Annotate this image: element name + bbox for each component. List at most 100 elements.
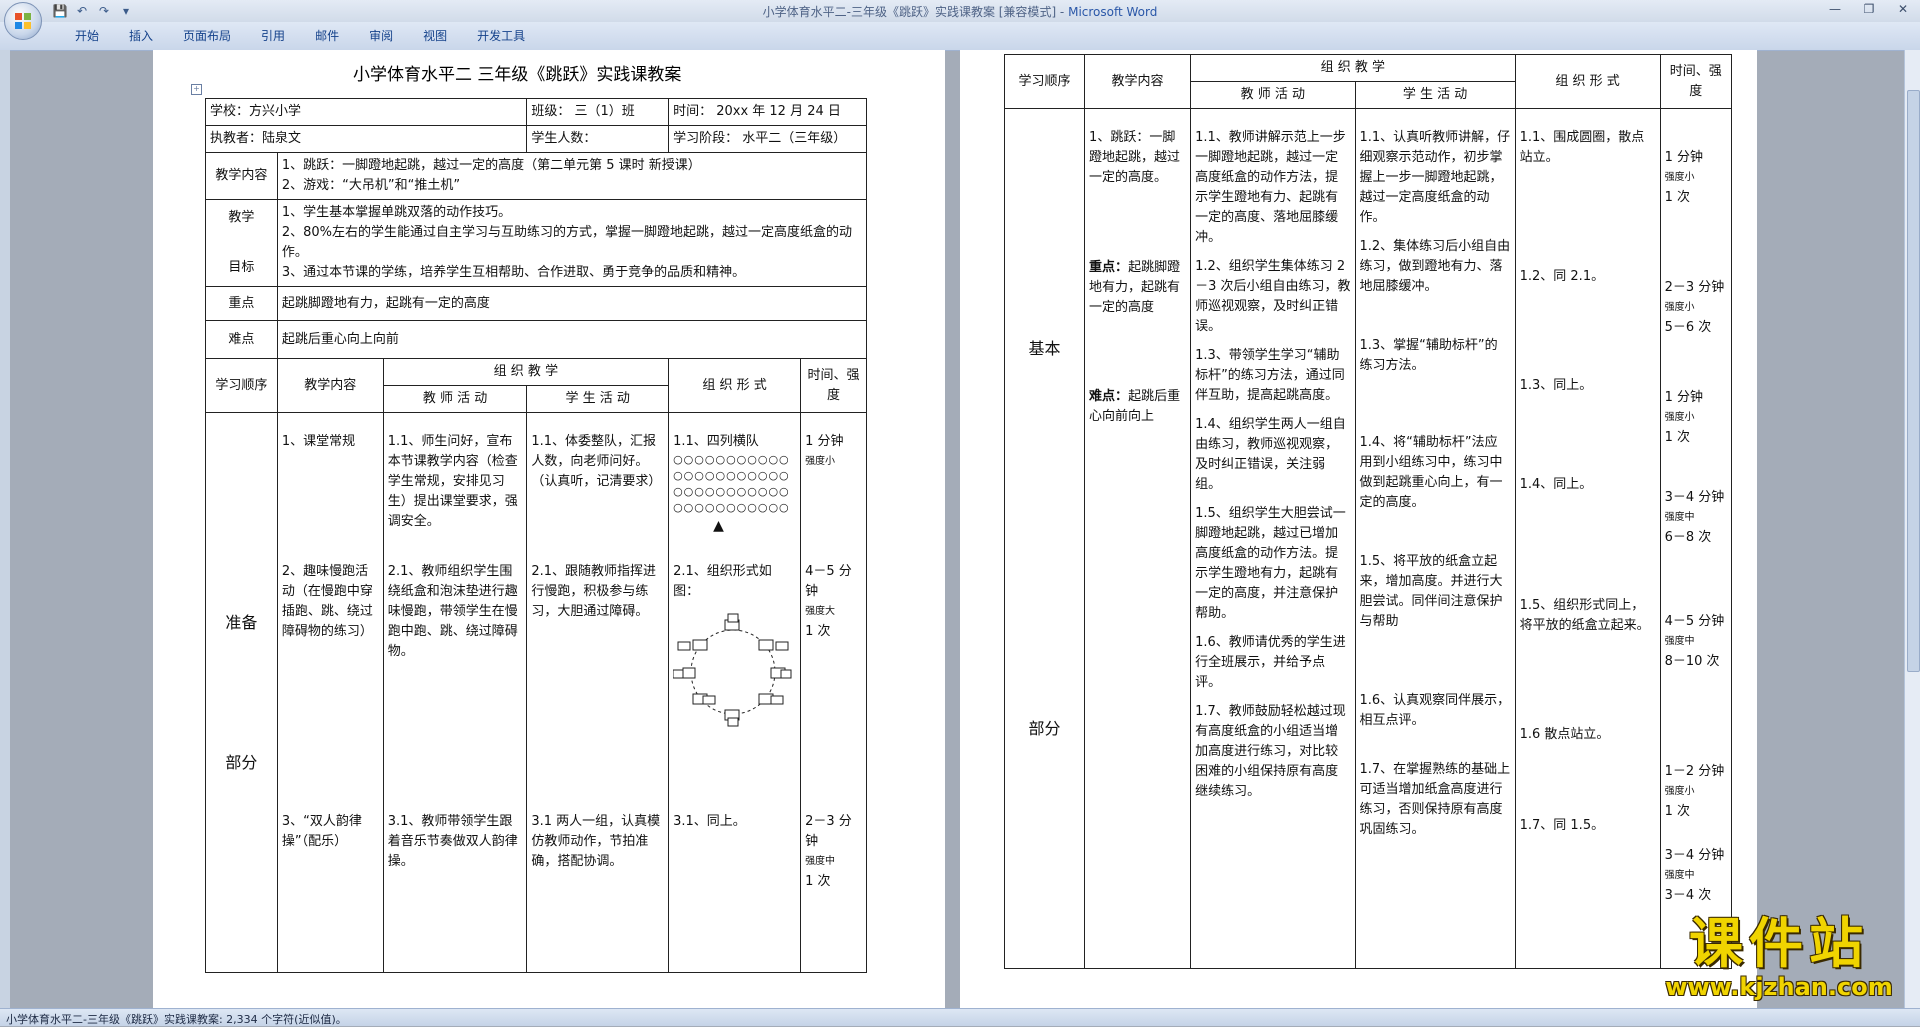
basic-teacher-6: 1.6、教师请优秀的学生进行全班展示，并给予点评。 [1195, 635, 1346, 690]
formation-row: ○○○○○○○○○○○ [673, 501, 790, 514]
prep-time-1a: 1 分钟 [805, 434, 844, 449]
prep-section-label: 准备 部分 [205, 412, 278, 973]
key-cell: 起跳脚蹬地有力，起跳有一定的高度 [276, 286, 868, 321]
basic-teacher-2: 1.2、组织学生集体练习 2－3 次后小组自由练习，教师巡视观察，及时纠正错误。 [1195, 259, 1351, 334]
document-page-1[interactable]: 小学体育水平二 三年级《跳跃》实践课教案 + 学校：方兴小学 班级： 三（1）班… [153, 50, 945, 1008]
prep-form-3: 3.1、同上。 [673, 814, 746, 829]
tab-references[interactable]: 引用 [246, 28, 300, 44]
prep-time-2c: 1 次 [805, 624, 831, 639]
basic-student-4: 1.4、将“辅助标杆”法应用到小组练习中，练习中做到起跳重心向上，有一定的高度。 [1359, 435, 1503, 510]
ribbon: 开始 插入 页面布局 引用 邮件 审阅 视图 开发工具 [0, 22, 1920, 51]
teacher-cell: 执教者：陆泉文 [204, 125, 528, 153]
prep-teacher-cell: 1.1、师生问好，宣布本节课教学内容（检查学生常规，安排见习生）提出课堂要求，强… [382, 412, 528, 973]
header-org: 组 织 教 学 [382, 358, 670, 386]
prep-student-1: 1.1、体委整队，汇报人数，向老师问好。（认真听，记清要求） [531, 434, 662, 489]
prep-content-2: 2、趣味慢跑活动（在慢跑中穿插跑、跳、绕过障碍物的练习） [281, 564, 373, 639]
goal-label: 教学 目标 [205, 199, 278, 287]
basic-form-1: 1.1、围成圆圈，散点站立。 [1519, 130, 1645, 165]
basic-form-4: 1.4、同上。 [1519, 477, 1593, 492]
prep-label-1: 准备 [225, 612, 258, 632]
prep-student-2: 2.1、跟随教师指挥进行慢跑，积极参与练习，大胆通过障碍。 [531, 564, 657, 619]
basic-time-3a: 1 分钟 [1664, 390, 1703, 405]
tab-view[interactable]: 视图 [408, 28, 462, 44]
minimize-icon[interactable]: — [1818, 0, 1852, 18]
header-form: 组 织 形 式 [668, 358, 802, 413]
tab-developer[interactable]: 开发工具 [462, 28, 540, 44]
basic-student-1: 1.1、认真听教师讲解，仔细观察示范动作，初步掌握上一步一脚蹬地起跳，越过一定高… [1359, 130, 1511, 225]
basic-time-7c: 3－4 次 [1664, 888, 1712, 903]
header-time: 时间、强度 [800, 358, 867, 413]
teacher-position-icon: ▲ [713, 518, 724, 534]
vertical-scrollbar[interactable] [1904, 50, 1920, 1010]
tab-home[interactable]: 开始 [60, 28, 114, 44]
stage-cell: 学习阶段： 水平二（三年级） [668, 125, 867, 153]
kjzhan-watermark-logo: 课件站 www.kjzhan.com [1664, 913, 1894, 1001]
basic-time-1b: 强度小 [1664, 172, 1695, 183]
scrollbar-thumb[interactable] [1907, 90, 1920, 672]
basic-form-5: 1.5、组织形式同上，将平放的纸盒立起来。 [1519, 598, 1650, 633]
basic-time-4c: 6－8 次 [1664, 530, 1712, 545]
prep-teacher-1: 1.1、师生问好，宣布本节课教学内容（检查学生常规，安排见习生）提出课堂要求，强… [387, 434, 518, 529]
basic-time-6c: 1 次 [1664, 804, 1690, 819]
basic-form-3: 1.3、同上。 [1519, 378, 1593, 393]
tab-insert[interactable]: 插入 [114, 28, 168, 44]
formation-row: ○○○○○○○○○○○ [673, 485, 790, 498]
goal-item-3: 3、通过本节课的学练，培养学生互相帮助、合作进取、勇于竞争的品质和精神。 [281, 265, 746, 280]
basic-teacher-1: 1.1、教师讲解示范上一步一脚蹬地起跳，越过一定高度纸盒的动作方法，提示学生蹬地… [1195, 130, 1346, 245]
goal-item-1: 1、学生基本掌握单跳双落的动作技巧。 [281, 205, 512, 220]
prep-student-cell: 1.1、体委整队，汇报人数，向老师问好。（认真听，记清要求） 2.1、跟随教师指… [526, 412, 670, 973]
title-bar: 💾 ↶ ↷ ▾ 小学体育水平二-三年级《跳跃》实践课教案 [兼容模式] - Mi… [0, 0, 1920, 22]
basic-student-cell: 1.1、认真听教师讲解，仔细观察示范动作，初步掌握上一步一脚蹬地起跳，越过一定高… [1354, 108, 1516, 969]
lesson-plan-table: 学校：方兴小学 班级： 三（1）班 时间： 20xx 年 12 月 24 日 执… [204, 98, 868, 973]
tab-page-layout[interactable]: 页面布局 [168, 28, 246, 44]
basic-time-7b: 强度中 [1664, 870, 1695, 881]
basic-time-3b: 强度小 [1664, 412, 1695, 423]
basic-time-6b: 强度小 [1664, 786, 1695, 797]
basic-teacher-cell: 1.1、教师讲解示范上一步一脚蹬地起跳，越过一定高度纸盒的动作方法，提示学生蹬地… [1190, 108, 1356, 969]
prep-time-2b: 强度大 [805, 606, 836, 617]
header-student: 学 生 活 动 [1354, 81, 1516, 109]
prep-time-cell: 1 分钟 强度小 4－5 分钟 强度大 1 次 2－3 分钟 强度中 1 次 [800, 412, 867, 973]
prep-time-3c: 1 次 [805, 874, 831, 889]
prep-time-3a: 2－3 分钟 [805, 814, 852, 849]
basic-label-2: 部分 [1028, 718, 1061, 738]
document-page-2[interactable]: 学习顺序 教学内容 组 织 教 学 组 织 形 式 时间、强度 教 师 活 动 … [960, 50, 1757, 1008]
circle-formation-diagram [672, 613, 792, 727]
basic-label-1: 基本 [1028, 338, 1061, 358]
basic-key-label: 重点： [1089, 260, 1129, 275]
restore-icon[interactable]: ❐ [1852, 0, 1886, 18]
class-cell: 班级： 三（1）班 [526, 98, 670, 126]
prep-form-cell: 1.1、四列横队 ○○○○○○○○○○○ ○○○○○○○○○○○ ○○○○○○○… [668, 412, 802, 973]
watermark-url: www.kjzhan.com [1665, 973, 1893, 1001]
basic-student-2: 1.2、集体练习后小组自由练习，做到蹬地有力、落地屈膝缓冲。 [1359, 239, 1511, 294]
content-item-2: 2、游戏：“大吊机”和“推土机” [281, 178, 461, 193]
basic-teacher-7: 1.7、教师鼓励轻松越过现有高度纸盒的小组适当增加高度进行练习，对比较困难的小组… [1195, 704, 1346, 799]
prep-student-3: 3.1 两人一组，认真模仿教师动作，节拍准确，搭配协调。 [531, 814, 661, 869]
formation-row: ○○○○○○○○○○○ [673, 469, 790, 482]
basic-time-1a: 1 分钟 [1664, 150, 1703, 165]
basic-time-4a: 3－4 分钟 [1664, 490, 1725, 505]
prep-time-2a: 4－5 分钟 [805, 564, 852, 599]
status-bar: 小学体育水平二-三年级《跳跃》实践课教案: 2,334 个字符(近似值)。 [0, 1008, 1920, 1026]
content-item-1: 1、跳跃：一脚蹬地起跳，越过一定的高度（第二单元第 5 课时 新授课） [281, 158, 701, 173]
watermark-title: 课件站 [1689, 911, 1869, 975]
tab-mailings[interactable]: 邮件 [300, 28, 354, 44]
office-button[interactable] [4, 2, 42, 40]
vertical-ruler [0, 50, 10, 1010]
basic-teacher-5: 1.5、组织学生大胆尝试一脚蹬地起跳，越过已增加高度纸盒的动作方法。提示学生蹬地… [1195, 506, 1346, 621]
basic-teacher-3: 1.3、带领学生学习“辅助标杆”的练习方法，通过同伴互助，提高起跳高度。 [1195, 348, 1345, 403]
prep-teacher-2: 2.1、教师组织学生围绕纸盒和泡沫垫进行趣味慢跑，带领学生在慢跑中跑、跳、绕过障… [387, 564, 518, 659]
header-order: 学习顺序 [1003, 54, 1086, 109]
basic-time-2b: 强度小 [1664, 302, 1695, 313]
header-student: 学 生 活 动 [526, 385, 670, 413]
table-move-handle-icon[interactable]: + [191, 84, 202, 95]
goal-label-1: 教学 [228, 210, 255, 225]
close-icon[interactable]: ✕ [1886, 0, 1920, 18]
tab-review[interactable]: 审阅 [354, 28, 408, 44]
basic-time-1c: 1 次 [1664, 190, 1690, 205]
basic-student-3: 1.3、掌握“辅助标杆”的练习方法。 [1359, 338, 1498, 373]
basic-content-cell: 1、跳跃：一脚蹬地起跳，越过一定的高度。 重点：起跳脚蹬地有力，起跳有一定的高度… [1084, 108, 1192, 969]
lesson-plan-table-continued: 学习顺序 教学内容 组 织 教 学 组 织 形 式 时间、强度 教 师 活 动 … [1003, 54, 1733, 969]
prep-content-3: 3、“双人韵律操”（配乐） [281, 814, 362, 849]
header-time: 时间、强度 [1659, 54, 1733, 109]
